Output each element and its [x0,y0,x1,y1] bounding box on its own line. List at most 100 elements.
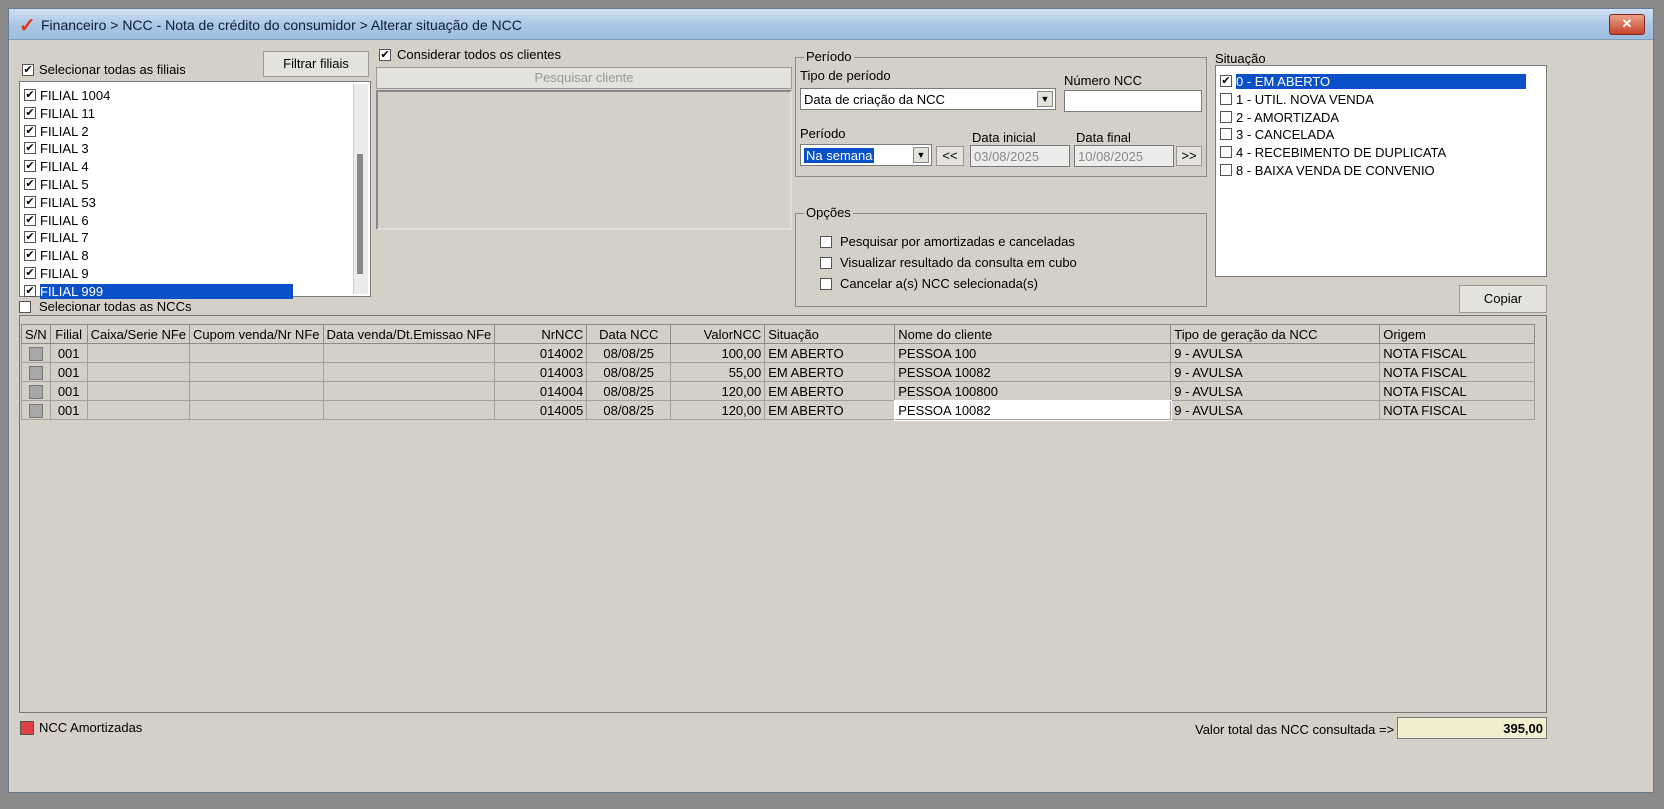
filial-checkbox[interactable]: ✔ [24,284,36,297]
cell-cupom[interactable] [189,362,324,382]
cell-filial[interactable]: 001 [49,343,88,363]
cell-valor[interactable]: 120,00 [670,400,766,420]
opcao-checkbox[interactable] [820,257,832,269]
cell-tipo[interactable]: 9 - AVULSA [1170,343,1381,363]
filter-filiais-button[interactable]: Filtrar filiais [263,51,369,77]
row-select-box[interactable] [28,365,43,380]
consider-all-clients-checkbox[interactable]: ✔ [379,49,391,61]
cell-nr[interactable]: 014002 [494,343,588,363]
cell-data-venda[interactable] [322,400,496,420]
filial-checkbox[interactable]: ✔ [24,213,36,226]
cell-caixa[interactable] [86,400,191,420]
column-header[interactable]: Caixa/Serie NFe [86,324,191,344]
cell-cliente[interactable]: PESSOA 100 [894,343,1172,363]
cell-nr[interactable]: 014004 [494,381,588,401]
periodo-select[interactable]: Na semana ▼ [800,144,932,166]
cell-caixa[interactable] [86,381,191,401]
table-row[interactable]: 001 014002 08/08/25 100,00 EM ABERTO PESSOA 1… [21,343,1536,363]
cell-data[interactable]: 08/08/25 [586,400,672,420]
column-header[interactable]: ValorNCC [670,324,766,344]
situacao-checkbox[interactable] [1220,92,1232,105]
situacao-checkbox[interactable] [1220,128,1232,141]
cell-filial[interactable]: 001 [49,362,88,382]
search-client-button[interactable]: Pesquisar cliente [376,67,792,89]
table-row[interactable]: 001 014005 08/08/25 120,00 EM ABERTO PESSOA 1… [21,399,1536,421]
cell-data[interactable]: 08/08/25 [586,381,672,401]
cell-valor[interactable]: 55,00 [670,362,766,382]
row-sn-cell[interactable] [21,400,51,420]
filial-checkbox[interactable]: ✔ [24,267,36,279]
filial-checkbox[interactable]: ✔ [24,178,36,190]
cell-data-venda[interactable] [322,343,496,363]
cell-nr[interactable]: 014003 [494,362,588,382]
opcao-checkbox[interactable] [820,278,832,290]
cell-situacao[interactable]: EM ABERTO [764,400,896,420]
column-header[interactable]: Situação [764,324,896,344]
column-header[interactable]: NrNCC [494,324,588,344]
cell-tipo[interactable]: 9 - AVULSA [1170,400,1381,420]
situacao-checkbox[interactable] [1220,146,1232,159]
cell-caixa[interactable] [86,343,191,363]
cell-situacao[interactable]: EM ABERTO [764,362,896,382]
filial-checkbox[interactable]: ✔ [24,160,36,173]
cell-cupom[interactable] [189,400,324,420]
filial-checkbox[interactable]: ✔ [24,231,36,244]
cell-filial[interactable]: 001 [49,381,88,401]
row-select-box[interactable] [28,403,43,418]
column-header[interactable]: Tipo de geração da NCC [1170,324,1381,344]
column-header[interactable]: Origem [1379,324,1536,344]
row-sn-cell[interactable] [21,381,51,401]
table-row[interactable]: 001 014003 08/08/25 55,00 EM ABERTO PESSOA 10… [21,362,1536,382]
cell-tipo[interactable]: 9 - AVULSA [1170,381,1381,401]
cell-origem[interactable]: NOTA FISCAL [1379,400,1536,420]
row-select-box[interactable] [28,346,43,361]
filiais-scrollbar[interactable] [353,84,368,294]
cell-cliente[interactable]: PESSOA 10082 [894,362,1172,382]
filial-checkbox[interactable]: ✔ [24,106,36,119]
cell-cliente[interactable]: PESSOA 10082 [893,399,1172,421]
situacao-list[interactable]: ✔ 0 - EM ABERTO 1 - UTIL. NOVA VENDA 2 - AM… [1215,65,1547,277]
cell-nr[interactable]: 014005 [494,400,588,420]
cell-cliente[interactable]: PESSOA 100800 [894,381,1172,401]
data-inicial-input[interactable]: 03/08/2025 [970,145,1070,167]
cell-origem[interactable]: NOTA FISCAL [1379,362,1536,382]
filial-checkbox[interactable]: ✔ [24,142,36,155]
column-header[interactable]: Filial [49,324,88,344]
column-header[interactable]: Data venda/Dt.Emissao NFe [322,324,496,344]
next-period-button[interactable]: >> [1176,146,1202,166]
cell-valor[interactable]: 100,00 [670,343,766,363]
chevron-down-icon[interactable]: ▼ [1037,91,1053,107]
row-select-box[interactable] [28,384,43,399]
ncc-table[interactable]: S/N Filial Caixa/Serie NFe Cupom venda/Nr N… [21,324,1536,421]
filial-checkbox[interactable]: ✔ [24,195,36,208]
cell-data-venda[interactable] [322,362,496,382]
situacao-checkbox[interactable] [1220,110,1232,123]
row-sn-cell[interactable] [21,362,51,382]
cell-situacao[interactable]: EM ABERTO [764,381,896,401]
cell-origem[interactable]: NOTA FISCAL [1379,381,1536,401]
chevron-down-icon[interactable]: ▼ [913,147,929,163]
column-header[interactable]: Cupom venda/Nr NFe [189,324,324,344]
cell-data[interactable]: 08/08/25 [586,362,672,382]
clients-list[interactable] [376,90,792,230]
cell-data-venda[interactable] [322,381,496,401]
copy-button[interactable]: Copiar [1459,285,1547,313]
prev-period-button[interactable]: << [936,146,964,166]
cell-filial[interactable]: 001 [49,400,88,420]
column-header[interactable]: S/N [21,324,51,344]
situacao-checkbox[interactable] [1220,164,1232,176]
cell-caixa[interactable] [86,362,191,382]
select-all-ncc-checkbox[interactable] [19,301,31,313]
table-row[interactable]: 001 014004 08/08/25 120,00 EM ABERTO PESSOA 1… [21,381,1536,401]
cell-valor[interactable]: 120,00 [670,381,766,401]
situacao-checkbox[interactable]: ✔ [1220,75,1232,87]
filial-checkbox[interactable]: ✔ [24,249,36,262]
cell-origem[interactable]: NOTA FISCAL [1379,343,1536,363]
filial-checkbox[interactable]: ✔ [24,89,36,101]
column-header[interactable]: Nome do cliente [894,324,1172,344]
cell-data[interactable]: 08/08/25 [586,343,672,363]
cell-cupom[interactable] [189,343,324,363]
cell-cupom[interactable] [189,381,324,401]
cell-situacao[interactable]: EM ABERTO [764,343,896,363]
column-header[interactable]: Data NCC [586,324,672,344]
